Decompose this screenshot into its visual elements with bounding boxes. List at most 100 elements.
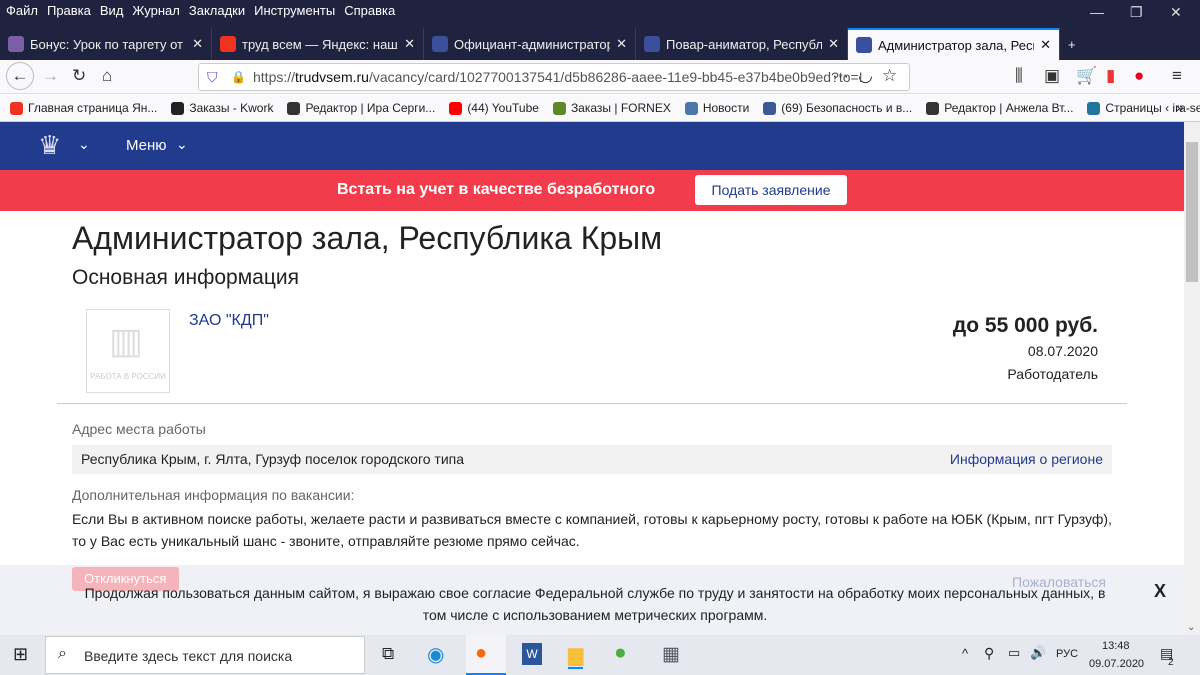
cookie-close-button[interactable]: X	[1154, 581, 1166, 602]
bookmark-favicon-icon	[552, 101, 566, 115]
page-actions-icon[interactable]: ···	[832, 66, 849, 86]
browser-tab[interactable]: Бонус: Урок по таргету от @d ✕	[0, 28, 212, 60]
banner-text: Встать на учет в качестве безработного	[337, 181, 656, 198]
url-bar[interactable]: ⛉ 🔒 https://trudvsem.ru/vacancy/card/102…	[198, 63, 910, 91]
close-window-button[interactable]: ✕	[1170, 4, 1182, 21]
menu-help[interactable]: Справка	[344, 3, 395, 18]
menu-view[interactable]: Вид	[100, 3, 124, 18]
bookmark-item[interactable]: Заказы | FORNEX	[552, 101, 671, 115]
browser-tab[interactable]: труд всем — Яндекс: нашлось ✕	[212, 28, 424, 60]
company-logo: ▥ РАБОТА В РОССИИ	[86, 309, 170, 393]
bookmark-label: Заказы | FORNEX	[570, 101, 671, 115]
bookmark-item[interactable]: (44) YouTube	[449, 101, 539, 115]
language-indicator[interactable]: РУС	[1056, 648, 1078, 660]
menu-button[interactable]: Меню	[126, 137, 167, 154]
cookie-text: Продолжая пользоваться данным сайтом, я …	[84, 585, 1106, 623]
chevron-down-icon[interactable]: ⌄	[78, 136, 90, 153]
bookmark-favicon-icon	[684, 101, 698, 115]
bookmark-item[interactable]: Новости	[684, 101, 749, 115]
taskbar: ⊞ ⌕ Введите здесь текст для поиска ⧉ ◉ ●…	[0, 635, 1200, 675]
windows-start-icon[interactable]: ⊞	[13, 644, 28, 665]
bookmark-favicon-icon	[171, 101, 185, 115]
scrollbar-thumb[interactable]	[1186, 142, 1198, 282]
bookmark-favicon-icon	[287, 101, 301, 115]
bookmark-item[interactable]: Редактор | Ира Серги...	[287, 101, 435, 115]
battery-icon[interactable]: ▭	[1008, 645, 1020, 661]
bookmark-item[interactable]: (69) Безопасность и в...	[763, 101, 912, 115]
library-icon[interactable]: ⫼	[1015, 66, 1023, 86]
nav-toolbar: ← → ↻ ⌂ ⛉ 🔒 https://trudvsem.ru/vacancy/…	[0, 60, 1200, 94]
site-header: ♛ ⌄ Меню ⌄	[0, 122, 1184, 170]
sidebar-icon[interactable]: ▣	[1044, 66, 1060, 86]
tab-title: Бонус: Урок по таргету от @d	[30, 36, 186, 52]
browser-tab[interactable]: Официант-администратор, Ре ✕	[424, 28, 636, 60]
bookmarks-toolbar: Главная страница Ян... Заказы - Kwork Реда…	[0, 95, 1200, 122]
browser-titlebar: Файл Правка Вид Журнал Закладки Инструме…	[0, 0, 1200, 60]
forward-button[interactable]: →	[42, 66, 59, 86]
restore-button[interactable]: ❐	[1130, 4, 1143, 21]
region-info-link[interactable]: Информация о регионе	[950, 451, 1103, 467]
bookmarks-overflow-icon[interactable]: »	[1176, 99, 1184, 115]
bookmark-label: (44) YouTube	[467, 101, 539, 115]
favicon-icon	[220, 36, 236, 52]
notifications-count: 2	[1168, 657, 1174, 668]
network-icon[interactable]: ⚲	[984, 645, 994, 662]
word-icon[interactable]: W	[522, 643, 542, 665]
back-button[interactable]: ←	[6, 62, 34, 90]
page-scrollbar[interactable]	[1184, 122, 1200, 635]
tray-chevron-icon[interactable]: ^	[962, 646, 968, 661]
browser-tab[interactable]: Администратор зала, Республ ✕	[848, 28, 1060, 60]
file-explorer-icon[interactable]: ▆	[568, 642, 584, 669]
bookmark-label: Главная страница Ян...	[28, 101, 158, 115]
address-row: Республика Крым, г. Ялта, Гурзуф поселок…	[72, 445, 1112, 474]
apply-button[interactable]: Подать заявление	[695, 175, 847, 205]
minimize-button[interactable]: —	[1090, 4, 1104, 20]
reload-button[interactable]: ↻	[72, 66, 86, 86]
clock-date[interactable]: 09.07.2020	[1089, 658, 1144, 670]
taskbar-search[interactable]: ⌕ Введите здесь текст для поиска	[45, 636, 365, 674]
tab-title: Официант-администратор, Ре	[454, 36, 611, 52]
browser-tab[interactable]: Повар-аниматор, Республика ✕	[636, 28, 848, 60]
menu-tools[interactable]: Инструменты	[254, 3, 335, 18]
new-tab-button[interactable]: +	[1060, 28, 1090, 60]
star-icon[interactable]: ☆	[882, 66, 897, 86]
building-icon: ▥	[109, 320, 144, 361]
bookmark-item[interactable]: Заказы - Kwork	[171, 101, 273, 115]
url-domain: trudvsem.ru	[295, 69, 369, 85]
bookmark-ext-icon[interactable]: ▮	[1106, 66, 1115, 86]
pinterest-icon[interactable]: ●	[1134, 66, 1144, 86]
tab-title: Повар-аниматор, Республика	[666, 36, 823, 52]
edge-icon[interactable]: ◉	[427, 642, 444, 667]
menu-bar: Файл Правка Вид Журнал Закладки Инструме…	[6, 3, 395, 18]
calculator-icon[interactable]: ▦	[662, 643, 680, 666]
cart-icon[interactable]: 🛒	[1076, 66, 1097, 86]
bookmark-label: Страницы ‹ ira-sergie...	[1105, 101, 1200, 115]
menu-bookmarks[interactable]: Закладки	[189, 3, 245, 18]
menu-file[interactable]: Файл	[6, 3, 38, 18]
company-link[interactable]: ЗАО "КДП"	[189, 312, 269, 330]
volume-icon[interactable]: 🔊	[1030, 645, 1046, 661]
close-tab-icon[interactable]: ✕	[616, 36, 627, 52]
clock-time[interactable]: 13:48	[1102, 640, 1130, 652]
favicon-icon	[856, 37, 872, 53]
unemployment-banner: Встать на учет в качестве безработного П…	[0, 170, 1184, 211]
close-tab-icon[interactable]: ✕	[828, 36, 839, 52]
close-tab-icon[interactable]: ✕	[192, 36, 203, 52]
coat-of-arms-icon[interactable]: ♛	[38, 130, 61, 161]
hamburger-menu-icon[interactable]: ≡	[1172, 66, 1182, 86]
utorrent-icon[interactable]: ●	[614, 641, 627, 665]
bookmark-item[interactable]: Главная страница Ян...	[10, 101, 157, 115]
task-view-icon[interactable]: ⧉	[382, 644, 394, 664]
home-button[interactable]: ⌂	[102, 66, 112, 86]
url-prefix: https://	[253, 69, 296, 85]
menu-history[interactable]: Журнал	[132, 3, 179, 18]
firefox-taskbar-button[interactable]: ●	[466, 635, 506, 675]
scroll-down-arrow[interactable]: ⌄	[1187, 622, 1195, 633]
close-tab-icon[interactable]: ✕	[1040, 37, 1051, 53]
pocket-icon[interactable]: ◡	[858, 66, 873, 86]
chevron-down-icon[interactable]: ⌄	[176, 136, 188, 153]
close-tab-icon[interactable]: ✕	[404, 36, 415, 52]
menu-edit[interactable]: Правка	[47, 3, 91, 18]
bookmark-item[interactable]: Редактор | Анжела Вт...	[926, 101, 1073, 115]
tracking-shield-icon[interactable]: ⛉	[207, 69, 218, 86]
